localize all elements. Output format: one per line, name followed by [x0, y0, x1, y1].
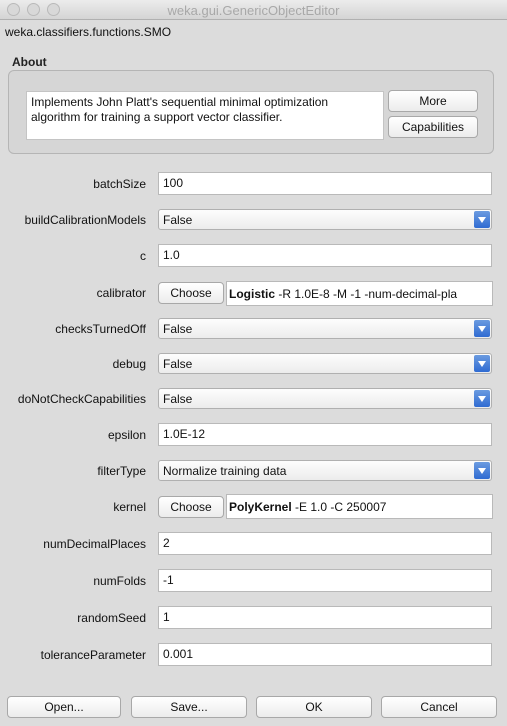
- checksturnedoff-select[interactable]: False: [158, 318, 492, 339]
- calibrator-name: Logistic: [229, 287, 276, 301]
- about-description: Implements John Platt's sequential minim…: [26, 91, 384, 140]
- donotcheckcapabilities-select[interactable]: False: [158, 388, 492, 409]
- randomseed-input[interactable]: 1: [158, 606, 492, 629]
- checksturnedoff-label: checksTurnedOff: [55, 322, 146, 336]
- kernel-label: kernel: [113, 500, 146, 514]
- calibrator-label: calibrator: [96, 286, 146, 300]
- numdecimalplaces-label: numDecimalPlaces: [43, 537, 146, 551]
- kernel-choose-button[interactable]: Choose: [158, 496, 224, 518]
- cancel-button[interactable]: Cancel: [381, 696, 497, 718]
- buildcalibrationmodels-value: False: [163, 213, 193, 227]
- dropdown-arrow-icon[interactable]: [474, 320, 490, 337]
- calibrator-choose-button[interactable]: Choose: [158, 282, 224, 304]
- buildcalibrationmodels-select[interactable]: False: [158, 209, 492, 230]
- numfolds-label: numFolds: [93, 574, 146, 588]
- debug-select[interactable]: False: [158, 353, 492, 374]
- capabilities-button[interactable]: Capabilities: [388, 116, 478, 138]
- ok-button[interactable]: OK: [256, 696, 372, 718]
- more-button[interactable]: More: [388, 90, 478, 112]
- classifier-class-name: weka.classifiers.functions.SMO: [5, 25, 172, 39]
- donotcheckcapabilities-label: doNotCheckCapabilities: [17, 392, 146, 406]
- kernel-name: PolyKernel: [229, 500, 292, 514]
- c-label: c: [140, 249, 146, 263]
- checksturnedoff-value: False: [163, 322, 193, 336]
- buildcalibrationmodels-label: buildCalibrationModels: [24, 213, 146, 227]
- about-description-line1: Implements John Platt's sequential minim…: [31, 95, 329, 109]
- kernel-object-field[interactable]: PolyKernel -E 1.0 -C 250007: [226, 494, 493, 519]
- epsilon-input[interactable]: 1.0E-12: [158, 423, 492, 446]
- dropdown-arrow-icon[interactable]: [474, 355, 490, 372]
- batchsize-input[interactable]: 100: [158, 172, 492, 195]
- epsilon-label: epsilon: [107, 428, 146, 442]
- about-panel: Implements John Platt's sequential minim…: [8, 70, 494, 154]
- filtertype-label: filterType: [97, 464, 146, 478]
- c-input[interactable]: 1.0: [158, 244, 492, 267]
- window-title: weka.gui.GenericObjectEditor: [167, 3, 340, 18]
- about-description-line2: algorithm for training a support vector …: [31, 110, 283, 124]
- debug-value: False: [163, 357, 193, 371]
- filtertype-value: Normalize training data: [163, 464, 287, 478]
- toleranceparameter-input[interactable]: 0.001: [158, 643, 492, 666]
- kernel-args: -E 1.0 -C 250007: [291, 500, 387, 514]
- batchsize-label: batchSize: [93, 177, 146, 191]
- dropdown-arrow-icon[interactable]: [474, 390, 490, 407]
- title-bar: weka.gui.GenericObjectEditor: [0, 0, 507, 20]
- open-button[interactable]: Open...: [7, 696, 121, 718]
- filtertype-select[interactable]: Normalize training data: [158, 460, 492, 481]
- save-button[interactable]: Save...: [131, 696, 247, 718]
- dropdown-arrow-icon[interactable]: [474, 211, 490, 228]
- dropdown-arrow-icon[interactable]: [474, 462, 490, 479]
- numdecimalplaces-input[interactable]: 2: [158, 532, 492, 555]
- calibrator-args: -R 1.0E-8 -M -1 -num-decimal-pla: [275, 287, 458, 301]
- calibrator-object-field[interactable]: Logistic -R 1.0E-8 -M -1 -num-decimal-pl…: [226, 281, 493, 306]
- numfolds-input[interactable]: -1: [158, 569, 492, 592]
- about-heading: About: [12, 55, 47, 69]
- toleranceparameter-label: toleranceParameter: [40, 648, 146, 662]
- debug-label: debug: [112, 357, 146, 371]
- donotcheckcapabilities-value: False: [163, 392, 193, 406]
- randomseed-label: randomSeed: [77, 611, 146, 625]
